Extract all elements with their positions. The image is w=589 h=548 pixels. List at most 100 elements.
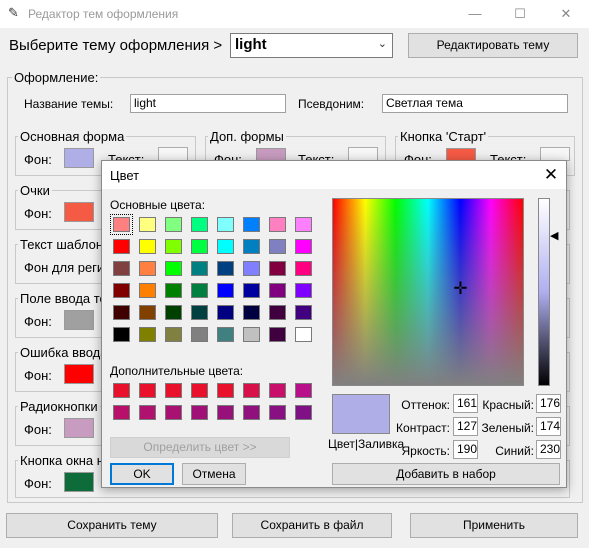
custom-color-swatch[interactable] — [191, 383, 208, 398]
red-input[interactable]: 176 — [536, 394, 561, 413]
basic-color-swatch[interactable] — [243, 217, 260, 232]
basic-color-swatch[interactable] — [269, 305, 286, 320]
appearance-group-label: Оформление: — [12, 70, 101, 85]
save-theme-button[interactable]: Сохранить тему — [6, 513, 218, 538]
basic-color-swatch[interactable] — [243, 283, 260, 298]
green-input[interactable]: 174 — [536, 417, 561, 436]
basic-color-swatch[interactable] — [217, 327, 234, 342]
theme-name-input[interactable]: light — [130, 94, 286, 113]
luminance-slider[interactable] — [538, 198, 550, 386]
maximize-button[interactable]: ☐ — [497, 0, 543, 28]
apply-button[interactable]: Применить — [410, 513, 578, 538]
basic-color-swatch[interactable] — [191, 217, 208, 232]
basic-color-swatch[interactable] — [295, 327, 312, 342]
basic-color-swatch[interactable] — [269, 261, 286, 276]
custom-color-swatch[interactable] — [269, 383, 286, 398]
blue-input[interactable]: 230 — [536, 440, 561, 459]
cancel-button[interactable]: Отмена — [182, 463, 246, 485]
crosshair-icon[interactable]: ✛ — [452, 280, 469, 297]
basic-color-swatch[interactable] — [295, 239, 312, 254]
basic-color-swatch[interactable] — [295, 217, 312, 232]
basic-color-swatch[interactable] — [217, 305, 234, 320]
basic-color-swatch[interactable] — [295, 283, 312, 298]
define-color-button[interactable]: Определить цвет >> — [110, 437, 290, 458]
basic-color-swatch[interactable] — [191, 283, 208, 298]
luminance-arrow-icon[interactable]: ◀ — [550, 229, 558, 242]
basic-color-swatch[interactable] — [165, 283, 182, 298]
basic-color-swatch[interactable] — [165, 305, 182, 320]
basic-color-swatch[interactable] — [165, 261, 182, 276]
glasses-bg-swatch[interactable] — [64, 202, 94, 222]
main-form-text-swatch[interactable] — [158, 147, 188, 161]
basic-color-swatch[interactable] — [269, 283, 286, 298]
basic-color-swatch[interactable] — [243, 305, 260, 320]
basic-color-swatch[interactable] — [139, 261, 156, 276]
basic-color-swatch[interactable] — [217, 217, 234, 232]
minimize-button[interactable]: — — [452, 0, 498, 28]
custom-color-swatch[interactable] — [113, 383, 130, 398]
color-spectrum[interactable]: ✛ — [332, 198, 524, 386]
input-field-bg-swatch[interactable] — [64, 310, 94, 330]
input-error-bg-swatch[interactable] — [64, 364, 94, 384]
edit-theme-button[interactable]: Редактировать тему — [408, 33, 578, 58]
basic-color-swatch[interactable] — [139, 239, 156, 254]
custom-color-swatch[interactable] — [269, 405, 286, 420]
basic-color-swatch[interactable] — [139, 305, 156, 320]
custom-color-swatch[interactable] — [113, 405, 130, 420]
add-to-custom-colors-button[interactable]: Добавить в набор — [332, 463, 560, 485]
basic-color-swatch[interactable] — [269, 239, 286, 254]
window-button-bg-swatch[interactable] — [64, 472, 94, 492]
radio-buttons-bg-swatch[interactable] — [64, 418, 94, 438]
basic-color-swatch[interactable] — [191, 305, 208, 320]
basic-color-swatch[interactable] — [113, 261, 130, 276]
custom-color-swatch[interactable] — [139, 383, 156, 398]
basic-color-swatch[interactable] — [269, 327, 286, 342]
basic-color-swatch[interactable] — [295, 305, 312, 320]
basic-color-swatch[interactable] — [217, 283, 234, 298]
close-window-button[interactable]: ✕ — [543, 0, 589, 28]
basic-color-swatch[interactable] — [113, 327, 130, 342]
alias-input[interactable]: Светлая тема — [382, 94, 568, 113]
hue-input[interactable]: 161 — [453, 394, 478, 413]
custom-color-swatch[interactable] — [295, 405, 312, 420]
custom-color-swatch[interactable] — [295, 383, 312, 398]
basic-color-swatch[interactable] — [243, 327, 260, 342]
basic-color-swatch[interactable] — [191, 327, 208, 342]
basic-color-swatch[interactable] — [295, 261, 312, 276]
basic-color-swatch[interactable] — [165, 327, 182, 342]
basic-color-swatch[interactable] — [191, 239, 208, 254]
basic-color-swatch[interactable] — [165, 239, 182, 254]
custom-color-swatch[interactable] — [243, 405, 260, 420]
save-file-button[interactable]: Сохранить в файл — [232, 513, 392, 538]
ok-button[interactable]: OK — [110, 463, 174, 485]
basic-color-swatch[interactable] — [139, 283, 156, 298]
custom-color-swatch[interactable] — [217, 383, 234, 398]
basic-color-swatch[interactable] — [113, 283, 130, 298]
basic-color-swatch[interactable] — [165, 217, 182, 232]
custom-color-swatch[interactable] — [165, 405, 182, 420]
basic-color-swatch[interactable] — [113, 239, 130, 254]
basic-color-swatch[interactable] — [139, 327, 156, 342]
dialog-close-button[interactable]: ✕ — [540, 164, 562, 186]
basic-color-swatch[interactable] — [243, 239, 260, 254]
basic-color-swatch[interactable] — [269, 217, 286, 232]
basic-color-swatch[interactable] — [191, 261, 208, 276]
saturation-input[interactable]: 127 — [453, 417, 478, 436]
custom-color-swatch[interactable] — [243, 383, 260, 398]
theme-select[interactable]: light ⌄ — [230, 33, 393, 58]
extra-forms-text-swatch[interactable] — [348, 147, 378, 161]
start-button-text-swatch[interactable] — [540, 147, 570, 161]
chevron-down-icon[interactable]: ⌄ — [378, 37, 387, 50]
basic-color-swatch[interactable] — [217, 239, 234, 254]
main-form-bg-swatch[interactable] — [64, 148, 94, 168]
custom-color-swatch[interactable] — [139, 405, 156, 420]
custom-color-swatch[interactable] — [217, 405, 234, 420]
custom-color-swatch[interactable] — [191, 405, 208, 420]
basic-color-swatch[interactable] — [243, 261, 260, 276]
custom-color-swatch[interactable] — [165, 383, 182, 398]
basic-color-swatch[interactable] — [110, 214, 133, 235]
basic-color-swatch[interactable] — [113, 305, 130, 320]
basic-color-swatch[interactable] — [139, 217, 156, 232]
luminance-input[interactable]: 190 — [453, 440, 478, 459]
basic-color-swatch[interactable] — [217, 261, 234, 276]
